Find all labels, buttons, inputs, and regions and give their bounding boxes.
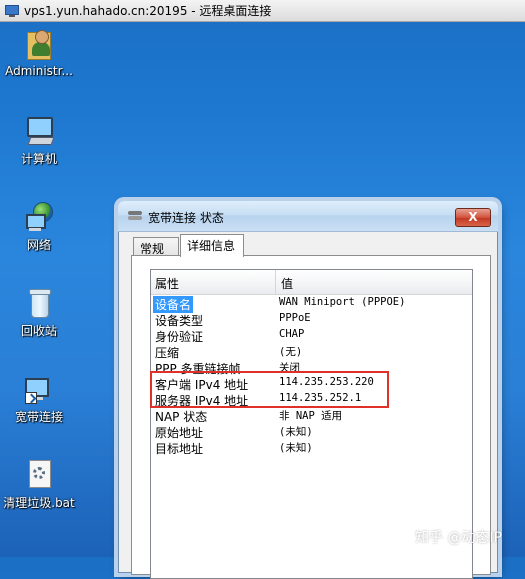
list-row[interactable]: PPP 多重链接帧 关闭 bbox=[151, 359, 472, 376]
desktop-icon-label: 清理垃圾.bat bbox=[3, 496, 75, 510]
row-value: 114.235.253.220 bbox=[279, 376, 374, 388]
row-value: (未知) bbox=[279, 442, 313, 454]
user-folder-icon bbox=[23, 28, 55, 60]
list-row[interactable]: 客户端 IPv4 地址 114.235.253.220 bbox=[151, 375, 472, 392]
list-row[interactable]: 原始地址 (未知) bbox=[151, 423, 472, 440]
remote-desktop-icon bbox=[5, 4, 19, 17]
desktop-icon-recycle-bin[interactable]: 回收站 bbox=[2, 286, 76, 339]
list-row[interactable]: 身份验证 CHAP bbox=[151, 327, 472, 344]
list-header: 属性 值 bbox=[151, 270, 472, 295]
row-property: 目标地址 bbox=[155, 442, 204, 456]
broadband-status-dialog: 宽带连接 状态 X 常规 详细信息 属性 值 设备名 WAN Miniport … bbox=[118, 201, 498, 579]
tab-details[interactable]: 详细信息 bbox=[180, 234, 244, 257]
computer-icon bbox=[23, 114, 55, 146]
list-row[interactable]: 设备名 WAN Miniport (PPPOE) bbox=[151, 295, 472, 313]
desktop-icon-label: 网络 bbox=[26, 238, 51, 252]
remote-desktop-title-bar[interactable]: vps1.yun.hahado.cn:20195 - 远程桌面连接 bbox=[0, 0, 525, 22]
tab-general[interactable]: 常规 bbox=[133, 237, 179, 257]
desktop-icon-label: Administr... bbox=[5, 64, 73, 78]
desktop-icon-label: 回收站 bbox=[20, 324, 57, 338]
desktop-icon-label: 计算机 bbox=[20, 152, 57, 166]
network-icon bbox=[23, 200, 55, 232]
desktop-icon-broadband[interactable]: 宽带连接 bbox=[2, 372, 76, 425]
list-row[interactable]: 服务器 IPv4 地址 114.235.252.1 bbox=[151, 391, 472, 408]
column-header-value[interactable]: 值 bbox=[281, 275, 293, 292]
desktop-icon-label: 宽带连接 bbox=[14, 410, 63, 424]
dialog-title: 宽带连接 状态 bbox=[148, 211, 224, 225]
recycle-bin-icon bbox=[23, 286, 55, 318]
row-value: CHAP bbox=[279, 328, 305, 340]
broadband-shortcut-icon bbox=[23, 372, 55, 404]
list-row[interactable]: 压缩 (无) bbox=[151, 343, 472, 360]
batch-file-icon bbox=[23, 458, 55, 490]
row-value: 非 NAP 适用 bbox=[279, 410, 343, 422]
list-row[interactable]: 设备类型 PPPoE bbox=[151, 311, 472, 328]
row-value: PPPoE bbox=[279, 312, 311, 324]
list-row[interactable]: 目标地址 (未知) bbox=[151, 439, 472, 456]
row-value: 关闭 bbox=[279, 362, 300, 374]
row-value: (未知) bbox=[279, 426, 313, 438]
desktop-icon-cleanup-bat[interactable]: 清理垃圾.bat bbox=[2, 458, 76, 511]
row-value: (无) bbox=[279, 346, 303, 358]
row-value: 114.235.252.1 bbox=[279, 392, 362, 404]
list-row[interactable]: NAP 状态 非 NAP 适用 bbox=[151, 407, 472, 424]
column-divider[interactable] bbox=[275, 270, 276, 294]
window-title: vps1.yun.hahado.cn:20195 - 远程桌面连接 bbox=[24, 4, 272, 18]
desktop-icon-computer[interactable]: 计算机 bbox=[2, 114, 76, 167]
desktop-icon-network[interactable]: 网络 bbox=[2, 200, 76, 253]
watermark: 知乎 @动态IP bbox=[415, 530, 503, 546]
row-value: WAN Miniport (PPPOE) bbox=[279, 296, 406, 308]
close-button[interactable]: X bbox=[455, 208, 491, 227]
connection-icon bbox=[128, 211, 144, 221]
column-header-property[interactable]: 属性 bbox=[155, 275, 179, 292]
desktop-icon-administrator[interactable]: Administr... bbox=[2, 28, 76, 78]
dialog-title-bar[interactable]: 宽带连接 状态 X bbox=[118, 201, 498, 232]
